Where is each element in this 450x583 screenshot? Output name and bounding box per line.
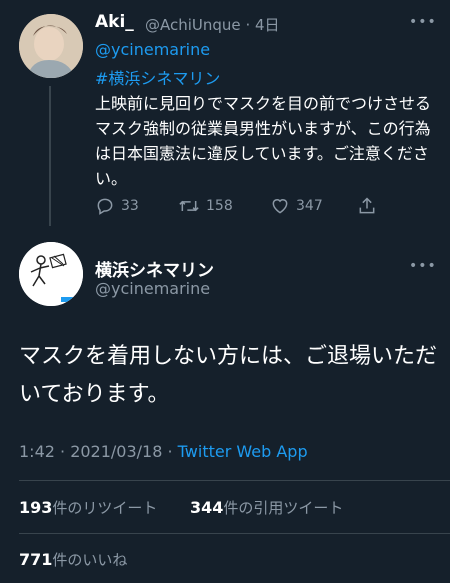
- more-dots-icon[interactable]: •••: [409, 258, 437, 274]
- like-label: 件のいいね: [52, 551, 128, 569]
- quote-stats[interactable]: 344件の引用ツイート: [190, 497, 343, 518]
- like-total: 771: [19, 550, 53, 569]
- tweet-text: マスクを着用しない方には、ご退場いただいております。: [19, 344, 438, 407]
- author-handle: @AchiUnque · 4日: [145, 16, 280, 34]
- tweet-text: 上映前に見回りでマスクを目の前でつけさせるマスク強制の従業員男性がいますが、この…: [95, 94, 432, 188]
- author-name[interactable]: 横浜シネマリン: [95, 256, 214, 281]
- retweet-stats[interactable]: 193件のリツイート: [19, 497, 157, 518]
- reply-button[interactable]: 33: [95, 196, 139, 216]
- avatar[interactable]: [19, 14, 83, 78]
- retweet-label: 件のリツイート: [52, 499, 158, 517]
- portrait-image: [19, 14, 83, 78]
- quote-total: 344: [190, 498, 224, 517]
- tweet-time[interactable]: 4日: [255, 16, 280, 34]
- retweet-count: 158: [206, 198, 233, 214]
- divider: [19, 480, 450, 481]
- reply-icon: [97, 198, 113, 215]
- quote-label: 件の引用ツイート: [223, 499, 344, 517]
- tweet-time[interactable]: 1:42 · 2021/03/18 ·: [19, 442, 173, 461]
- share-icon: [359, 197, 375, 214]
- retweet-button[interactable]: 158: [178, 196, 233, 216]
- like-button[interactable]: 347: [270, 196, 323, 216]
- retweet-icon: [179, 200, 199, 212]
- heart-icon: [272, 199, 288, 214]
- avatar[interactable]: [19, 242, 83, 306]
- like-count: 347: [296, 198, 323, 214]
- author-handle[interactable]: @ycinemarine: [95, 279, 210, 298]
- thread-line: [49, 86, 51, 226]
- logo-image: [19, 242, 83, 306]
- tweet-source[interactable]: Twitter Web App: [178, 442, 308, 461]
- share-button[interactable]: [357, 196, 377, 216]
- mention-link[interactable]: @ycinemarine: [95, 40, 210, 59]
- reply-count: 33: [121, 198, 139, 214]
- hashtag-link[interactable]: #横浜シネマリン: [95, 65, 220, 89]
- more-dots-icon[interactable]: •••: [409, 14, 437, 30]
- retweet-total: 193: [19, 498, 53, 517]
- tweet-meta: 1:42 · 2021/03/18 · Twitter Web App: [19, 442, 308, 461]
- author-name[interactable]: Aki_: [95, 12, 134, 32]
- divider: [19, 533, 450, 534]
- like-stats[interactable]: 771件のいいね: [19, 549, 127, 570]
